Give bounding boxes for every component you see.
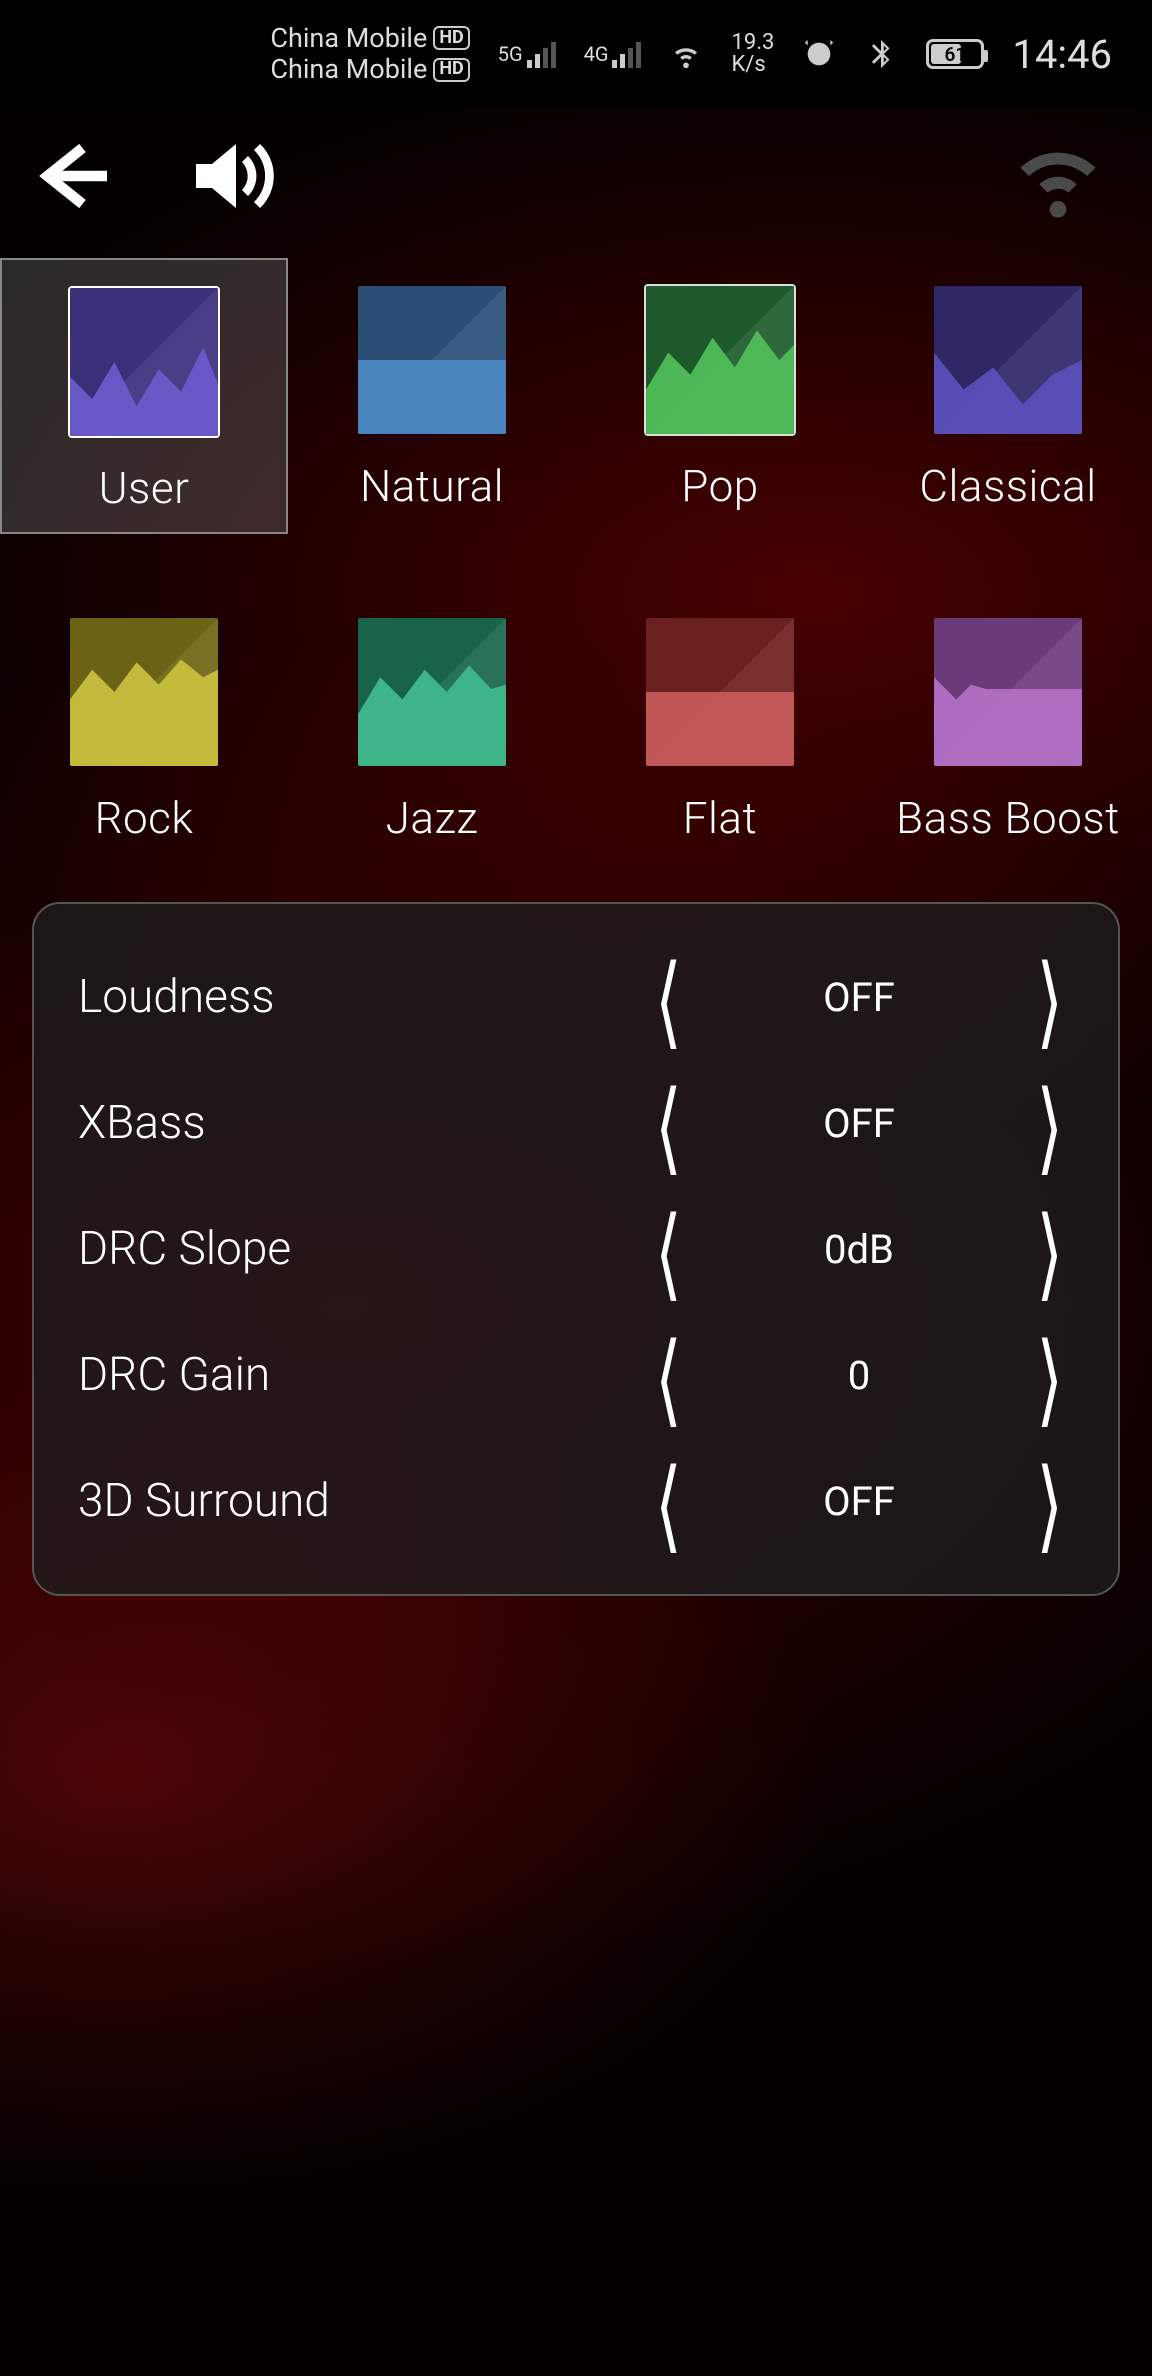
back-button[interactable] — [30, 134, 114, 222]
setting-label: DRC Gain — [78, 1348, 270, 1402]
stepper-prev-button[interactable]: ❬ — [652, 1448, 687, 1554]
preset-thumb-icon — [70, 618, 218, 766]
signal-2: 4G — [584, 40, 642, 68]
stepper-next-button[interactable]: ❭ — [1032, 1448, 1067, 1554]
stepper-next-button[interactable]: ❭ — [1032, 1070, 1067, 1176]
preset-label: Bass Boost — [896, 792, 1120, 844]
preset-pop[interactable]: Pop — [576, 258, 864, 534]
stepper-next-button[interactable]: ❭ — [1032, 1196, 1067, 1302]
volume-icon[interactable] — [184, 128, 280, 228]
bluetooth-icon — [864, 37, 898, 71]
stepper-prev-button[interactable]: ❬ — [652, 1196, 687, 1302]
settings-panel: Loudness❬OFF❭XBass❬OFF❭DRC Slope❬0dB❭DRC… — [32, 902, 1120, 1596]
preset-label: Flat — [683, 792, 757, 844]
alarm-icon — [802, 37, 836, 71]
status-bar: China Mobile HD China Mobile HD 5G 4G 19… — [0, 0, 1152, 108]
carrier-1: China Mobile — [270, 23, 427, 54]
stepper-next-button[interactable]: ❭ — [1032, 944, 1067, 1050]
signal-1: 5G — [498, 40, 556, 68]
carrier-block: China Mobile HD China Mobile HD — [270, 23, 469, 85]
setting-label: 3D Surround — [78, 1474, 330, 1528]
preset-label: Pop — [681, 460, 758, 512]
setting-value: OFF — [779, 974, 939, 1021]
preset-flat[interactable]: Flat — [576, 590, 864, 862]
setting-row-xbass: XBass❬OFF❭ — [34, 1060, 1118, 1186]
stepper-prev-button[interactable]: ❬ — [652, 944, 687, 1050]
preset-label: Classical — [919, 460, 1096, 512]
preset-label: Rock — [95, 792, 194, 844]
setting-row-3d-surround: 3D Surround❬OFF❭ — [34, 1438, 1118, 1564]
preset-label: Jazz — [386, 792, 479, 844]
wifi-icon — [669, 37, 703, 71]
stepper-prev-button[interactable]: ❬ — [652, 1322, 687, 1428]
setting-stepper: ❬OFF❭ — [644, 1090, 1074, 1156]
preset-thumb-icon — [70, 288, 218, 436]
preset-thumb-icon — [646, 618, 794, 766]
setting-stepper: ❬0❭ — [644, 1342, 1074, 1408]
preset-grid: User Natural Pop Classical Rock Jazz Flat Bass … — [0, 258, 1152, 862]
setting-row-drc-gain: DRC Gain❬0❭ — [34, 1312, 1118, 1438]
setting-value: OFF — [779, 1100, 939, 1147]
setting-label: XBass — [78, 1096, 206, 1150]
preset-user[interactable]: User — [0, 258, 288, 534]
preset-thumb-icon — [934, 618, 1082, 766]
stepper-prev-button[interactable]: ❬ — [652, 1070, 687, 1176]
carrier-2: China Mobile — [270, 54, 427, 85]
setting-label: DRC Slope — [78, 1222, 291, 1276]
preset-thumb-icon — [646, 286, 794, 434]
preset-jazz[interactable]: Jazz — [288, 590, 576, 862]
setting-value: OFF — [779, 1478, 939, 1525]
stepper-next-button[interactable]: ❭ — [1032, 1322, 1067, 1428]
wifi-status-icon — [1008, 126, 1108, 230]
setting-stepper: ❬0dB❭ — [644, 1216, 1074, 1282]
setting-value: 0dB — [779, 1226, 939, 1273]
preset-natural[interactable]: Natural — [288, 258, 576, 534]
clock: 14:46 — [1012, 31, 1112, 78]
preset-rock[interactable]: Rock — [0, 590, 288, 862]
preset-thumb-icon — [358, 286, 506, 434]
hd-badge-icon: HD — [433, 26, 469, 50]
preset-label: User — [99, 462, 190, 514]
setting-row-loudness: Loudness❬OFF❭ — [34, 934, 1118, 1060]
setting-label: Loudness — [78, 970, 275, 1024]
app-bar — [0, 108, 1152, 248]
setting-row-drc-slope: DRC Slope❬0dB❭ — [34, 1186, 1118, 1312]
preset-bass-boost[interactable]: Bass Boost — [864, 590, 1152, 862]
battery-indicator: 61 — [926, 39, 984, 69]
setting-value: 0 — [779, 1352, 939, 1399]
preset-thumb-icon — [358, 618, 506, 766]
preset-label: Natural — [360, 460, 504, 512]
setting-stepper: ❬OFF❭ — [644, 964, 1074, 1030]
hd-badge-icon: HD — [433, 58, 469, 82]
net-speed: 19.3 K/s — [731, 32, 774, 76]
preset-thumb-icon — [934, 286, 1082, 434]
setting-stepper: ❬OFF❭ — [644, 1468, 1074, 1534]
preset-classical[interactable]: Classical — [864, 258, 1152, 534]
